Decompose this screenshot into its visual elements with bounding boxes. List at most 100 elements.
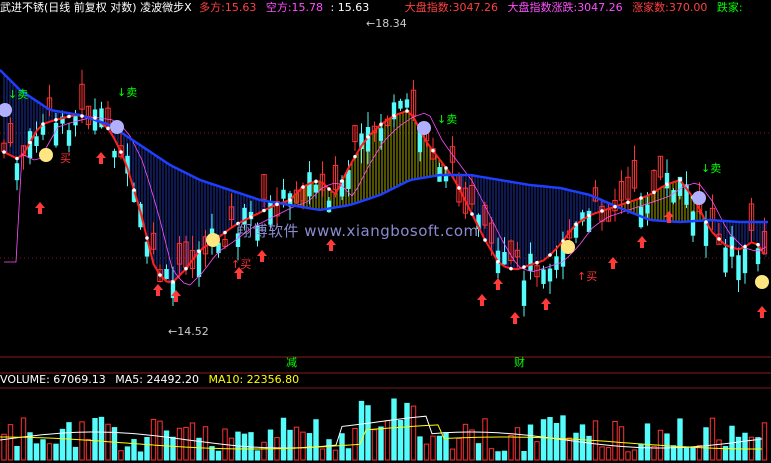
indicator-dot: [262, 208, 266, 213]
kong-value: 15.78: [291, 1, 324, 14]
volume-bar: [404, 402, 410, 461]
candle-body: [326, 200, 332, 213]
candle-body: [281, 189, 286, 199]
indicator-dot: [535, 260, 539, 265]
volume-bar: [1, 433, 7, 461]
volume-bar: [33, 443, 40, 461]
sell-face-icon: [692, 191, 706, 205]
candle-body: [164, 268, 169, 280]
volume-bar: [14, 445, 20, 461]
volume-bar: [137, 451, 144, 461]
volume-bar: [183, 426, 189, 461]
indicator-dot: [106, 126, 110, 131]
volume-bar: [98, 416, 105, 461]
volume-bar: [261, 441, 267, 461]
candle-body: [554, 256, 559, 270]
volume-bar: [300, 431, 306, 461]
close-value: : 15.63: [330, 1, 370, 14]
duo-label: 多方:: [199, 1, 225, 14]
volume-bar: [124, 446, 131, 461]
buy-arrow-icon: [541, 298, 551, 310]
indicator-dot: [756, 242, 760, 247]
volume-bar: [430, 435, 436, 461]
volume-bar: [417, 436, 423, 461]
volume-bar: [358, 400, 365, 461]
indicator-dot: [405, 109, 409, 113]
volume-bar: [449, 448, 456, 461]
volume-bar: [742, 432, 748, 461]
indicator-dot: [93, 116, 97, 120]
indicator-dot: [54, 117, 58, 122]
candle-body: [528, 253, 533, 271]
buy-arrow-icon: [510, 312, 520, 324]
up-count-value: 370.00: [668, 1, 708, 14]
volume-bar: [144, 436, 150, 461]
volume-bar: [462, 423, 469, 461]
indicator-dot: [119, 150, 123, 154]
buy-face-icon: [755, 275, 769, 289]
low-price-value: 14.52: [177, 325, 209, 338]
indicator-dot: [665, 182, 669, 187]
volume-bar: [176, 427, 183, 461]
candle-body: [66, 130, 72, 146]
volume-bar: [118, 450, 124, 461]
volume-header: VOLUME: 67069.13 MA5: 24492.20 MA10: 223…: [0, 372, 771, 388]
indicator-dot: [80, 114, 84, 118]
volume-bar: [443, 432, 449, 461]
candle-body: [313, 184, 319, 193]
indicator-dot: [626, 200, 630, 205]
candle-body: [502, 252, 507, 265]
indicator-dot: [457, 186, 461, 190]
buy-signal-1: 买: [60, 152, 71, 165]
volume-bar: [313, 419, 319, 461]
market-change-value: 3047.26: [577, 1, 623, 14]
candle-body: [690, 211, 696, 236]
volume-bar: [40, 439, 46, 461]
indicator-dot: [548, 253, 552, 257]
volume-bar: [365, 405, 371, 461]
candle-body: [34, 136, 39, 147]
volume-bar: [644, 423, 651, 461]
volume-bar: [664, 433, 670, 461]
indicator-dot: [275, 202, 279, 207]
stock-title: 武进不锈(日线 前复权 对数) 凌波微步X: [0, 1, 192, 14]
volume-bar: [625, 451, 631, 461]
indicator-dot: [704, 220, 708, 224]
volume-bar: [488, 448, 495, 461]
volume-bar: [371, 429, 378, 461]
volume-bar: [553, 422, 560, 461]
buy-arrow-icon: [637, 236, 647, 248]
down-count-label: 跌家:: [716, 1, 743, 14]
volume-bar: [397, 419, 404, 461]
indicator-dot: [522, 265, 526, 269]
volume-bar: [215, 450, 222, 461]
indicator-dot: [340, 179, 344, 183]
candle-body: [404, 99, 410, 108]
volume-bar: [326, 439, 332, 461]
indicator-dot: [223, 230, 227, 235]
sell-signal-1: ↓卖: [8, 88, 29, 101]
volume-bar: [345, 448, 352, 461]
indicator-dot: [613, 204, 617, 209]
volume-bar: [612, 420, 618, 461]
volume-bar: [436, 435, 443, 461]
indicator-dot: [158, 273, 162, 277]
volume-bar: [287, 429, 293, 461]
chart-header: 武进不锈(日线 前复权 对数) 凌波微步X 多方:15.63 空方:15.78 …: [0, 0, 771, 16]
indicator-dot: [171, 280, 175, 284]
indicator-dot: [145, 236, 149, 240]
indicator-dot: [353, 154, 357, 159]
volume-bar: [638, 444, 644, 461]
volume-bar: [534, 441, 540, 461]
volume-bar: [540, 419, 547, 461]
volume-bar: [716, 439, 722, 461]
volume-bar: [501, 450, 508, 461]
indicator-dot: [730, 245, 734, 250]
indicator-dot: [392, 113, 396, 118]
market-label: 大盘指数:: [404, 1, 453, 14]
indicator-dot: [509, 266, 513, 271]
volume-bar: [46, 443, 53, 461]
volume-bar: [482, 418, 488, 461]
indicator-dot: [483, 238, 487, 242]
indicator-lines: [0, 69, 768, 286]
